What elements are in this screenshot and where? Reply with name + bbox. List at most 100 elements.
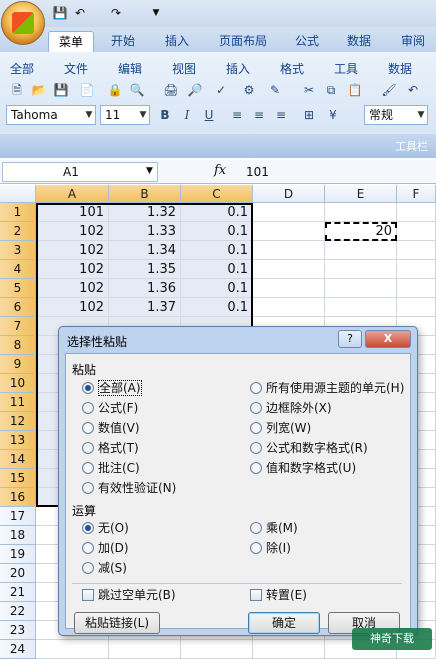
row-header[interactable]: 3 — [0, 241, 36, 260]
row-header[interactable]: 20 — [0, 564, 36, 583]
column-header[interactable]: B — [109, 185, 181, 203]
align-right-icon[interactable]: ≡ — [272, 106, 290, 124]
radio-paste-comments[interactable]: 批注(C) — [82, 460, 140, 476]
grid-cell[interactable]: 102 — [36, 298, 109, 317]
menu-file[interactable]: 文件 — [64, 60, 88, 77]
grid-cell[interactable]: 1.34 — [109, 241, 181, 260]
export-icon[interactable]: 📄 — [78, 81, 96, 99]
new-file-icon[interactable]: 🗎 — [8, 81, 26, 99]
transpose-checkbox[interactable]: 转置(E) — [250, 587, 307, 603]
tab-menu[interactable]: 菜单 — [48, 31, 94, 52]
grid-cell[interactable]: 102 — [36, 260, 109, 279]
grid-cell[interactable] — [325, 279, 397, 298]
grid-cell[interactable] — [253, 260, 325, 279]
row-header[interactable]: 13 — [0, 431, 36, 450]
grid-cell[interactable]: 102 — [36, 222, 109, 241]
tab-page-layout[interactable]: 页面布局 — [208, 31, 278, 52]
grid-cell[interactable] — [253, 279, 325, 298]
tab-review[interactable]: 审阅 — [390, 31, 436, 52]
chevron-down-icon[interactable]: ▼ — [146, 166, 153, 176]
grid-cell[interactable] — [253, 298, 325, 317]
menu-view[interactable]: 视图 — [172, 60, 196, 77]
permission-icon[interactable]: 🔒 — [106, 81, 124, 99]
grid-cell[interactable]: 0.1 — [181, 203, 253, 222]
row-header[interactable]: 7 — [0, 317, 36, 336]
office-button[interactable] — [1, 1, 45, 45]
grid-cell[interactable] — [325, 203, 397, 222]
radio-paste-column-widths[interactable]: 列宽(W) — [250, 420, 311, 436]
grid-cell[interactable] — [253, 222, 325, 241]
column-header[interactable]: D — [253, 185, 325, 203]
help-button[interactable]: ? — [338, 330, 362, 348]
grid-cell[interactable]: 20 — [325, 222, 397, 241]
row-header[interactable]: 2 — [0, 222, 36, 241]
grid-cell[interactable] — [325, 298, 397, 317]
grid-cell[interactable] — [253, 640, 325, 659]
save-icon[interactable]: 💾 — [52, 5, 68, 21]
row-header[interactable]: 10 — [0, 374, 36, 393]
column-header[interactable]: C — [181, 185, 253, 203]
row-header[interactable]: 6 — [0, 298, 36, 317]
grid-cell[interactable] — [325, 241, 397, 260]
menu-data[interactable]: 数据 — [388, 60, 412, 77]
grid-cell[interactable]: 0.1 — [181, 241, 253, 260]
currency-icon[interactable]: ¥ — [324, 106, 342, 124]
grid-cell[interactable] — [397, 298, 436, 317]
align-left-icon[interactable]: ≡ — [228, 106, 246, 124]
tab-insert[interactable]: 插入 — [154, 31, 200, 52]
preview-icon[interactable]: 🔎 — [186, 81, 204, 99]
thesaurus-icon[interactable]: ✎ — [266, 81, 284, 99]
grid-cell[interactable] — [397, 260, 436, 279]
row-header[interactable]: 19 — [0, 545, 36, 564]
row-header[interactable]: 21 — [0, 583, 36, 602]
paste-link-button[interactable]: 粘贴链接(L) — [74, 612, 160, 634]
paste-icon[interactable]: 📋 — [346, 81, 364, 99]
menu-all[interactable]: 全部 — [10, 60, 34, 77]
grid-cell[interactable]: 1.36 — [109, 279, 181, 298]
row-header[interactable]: 22 — [0, 602, 36, 621]
open-folder-icon[interactable]: 📂 — [30, 81, 48, 99]
research-icon[interactable]: ⚙ — [240, 81, 258, 99]
ok-button[interactable]: 确定 — [248, 612, 320, 634]
radio-paste-values[interactable]: 数值(V) — [82, 420, 140, 436]
radio-paste-no-borders[interactable]: 边框除外(X) — [250, 400, 332, 416]
bold-button[interactable]: B — [156, 106, 174, 124]
grid-cell[interactable]: 1.35 — [109, 260, 181, 279]
row-header[interactable]: 5 — [0, 279, 36, 298]
radio-paste-formulas[interactable]: 公式(F) — [82, 400, 138, 416]
row-header[interactable]: 18 — [0, 526, 36, 545]
grid-cell[interactable] — [397, 241, 436, 260]
row-header[interactable]: 16 — [0, 488, 36, 507]
grid-cell[interactable]: 0.1 — [181, 222, 253, 241]
tab-home[interactable]: 开始 — [100, 31, 146, 52]
menu-insert[interactable]: 插入 — [226, 60, 250, 77]
radio-op-divide[interactable]: 除(I) — [250, 540, 291, 556]
grid-cell[interactable]: 1.33 — [109, 222, 181, 241]
radio-paste-validation[interactable]: 有效性验证(N) — [82, 480, 176, 496]
italic-button[interactable]: I — [178, 106, 196, 124]
row-header[interactable]: 17 — [0, 507, 36, 526]
cut-icon[interactable]: ✂ — [300, 81, 318, 99]
skip-blanks-checkbox[interactable]: 跳过空单元(B) — [82, 587, 176, 603]
grid-cell[interactable]: 102 — [36, 279, 109, 298]
row-header[interactable]: 15 — [0, 469, 36, 488]
radio-paste-formats[interactable]: 格式(T) — [82, 440, 139, 456]
redo-icon[interactable]: ↷ — [108, 5, 124, 21]
column-header[interactable]: E — [325, 185, 397, 203]
format-painter-icon[interactable]: 🖌 — [380, 81, 398, 99]
grid-cell[interactable]: 0.1 — [181, 279, 253, 298]
row-header[interactable]: 23 — [0, 621, 36, 640]
grid-cell[interactable]: 102 — [36, 241, 109, 260]
grid-cell[interactable] — [181, 640, 253, 659]
tab-data[interactable]: 数据 — [336, 31, 382, 52]
grid-cell[interactable] — [36, 640, 109, 659]
grid-cell[interactable]: 1.32 — [109, 203, 181, 222]
grid-cell[interactable] — [109, 640, 181, 659]
row-header[interactable]: 8 — [0, 336, 36, 355]
undo-icon[interactable]: ↶ — [72, 5, 88, 21]
grid-cell[interactable]: 0.1 — [181, 298, 253, 317]
column-header[interactable]: A — [36, 185, 109, 203]
fx-icon[interactable]: fx — [214, 163, 226, 178]
menu-edit[interactable]: 编辑 — [118, 60, 142, 77]
underline-button[interactable]: U — [200, 106, 218, 124]
